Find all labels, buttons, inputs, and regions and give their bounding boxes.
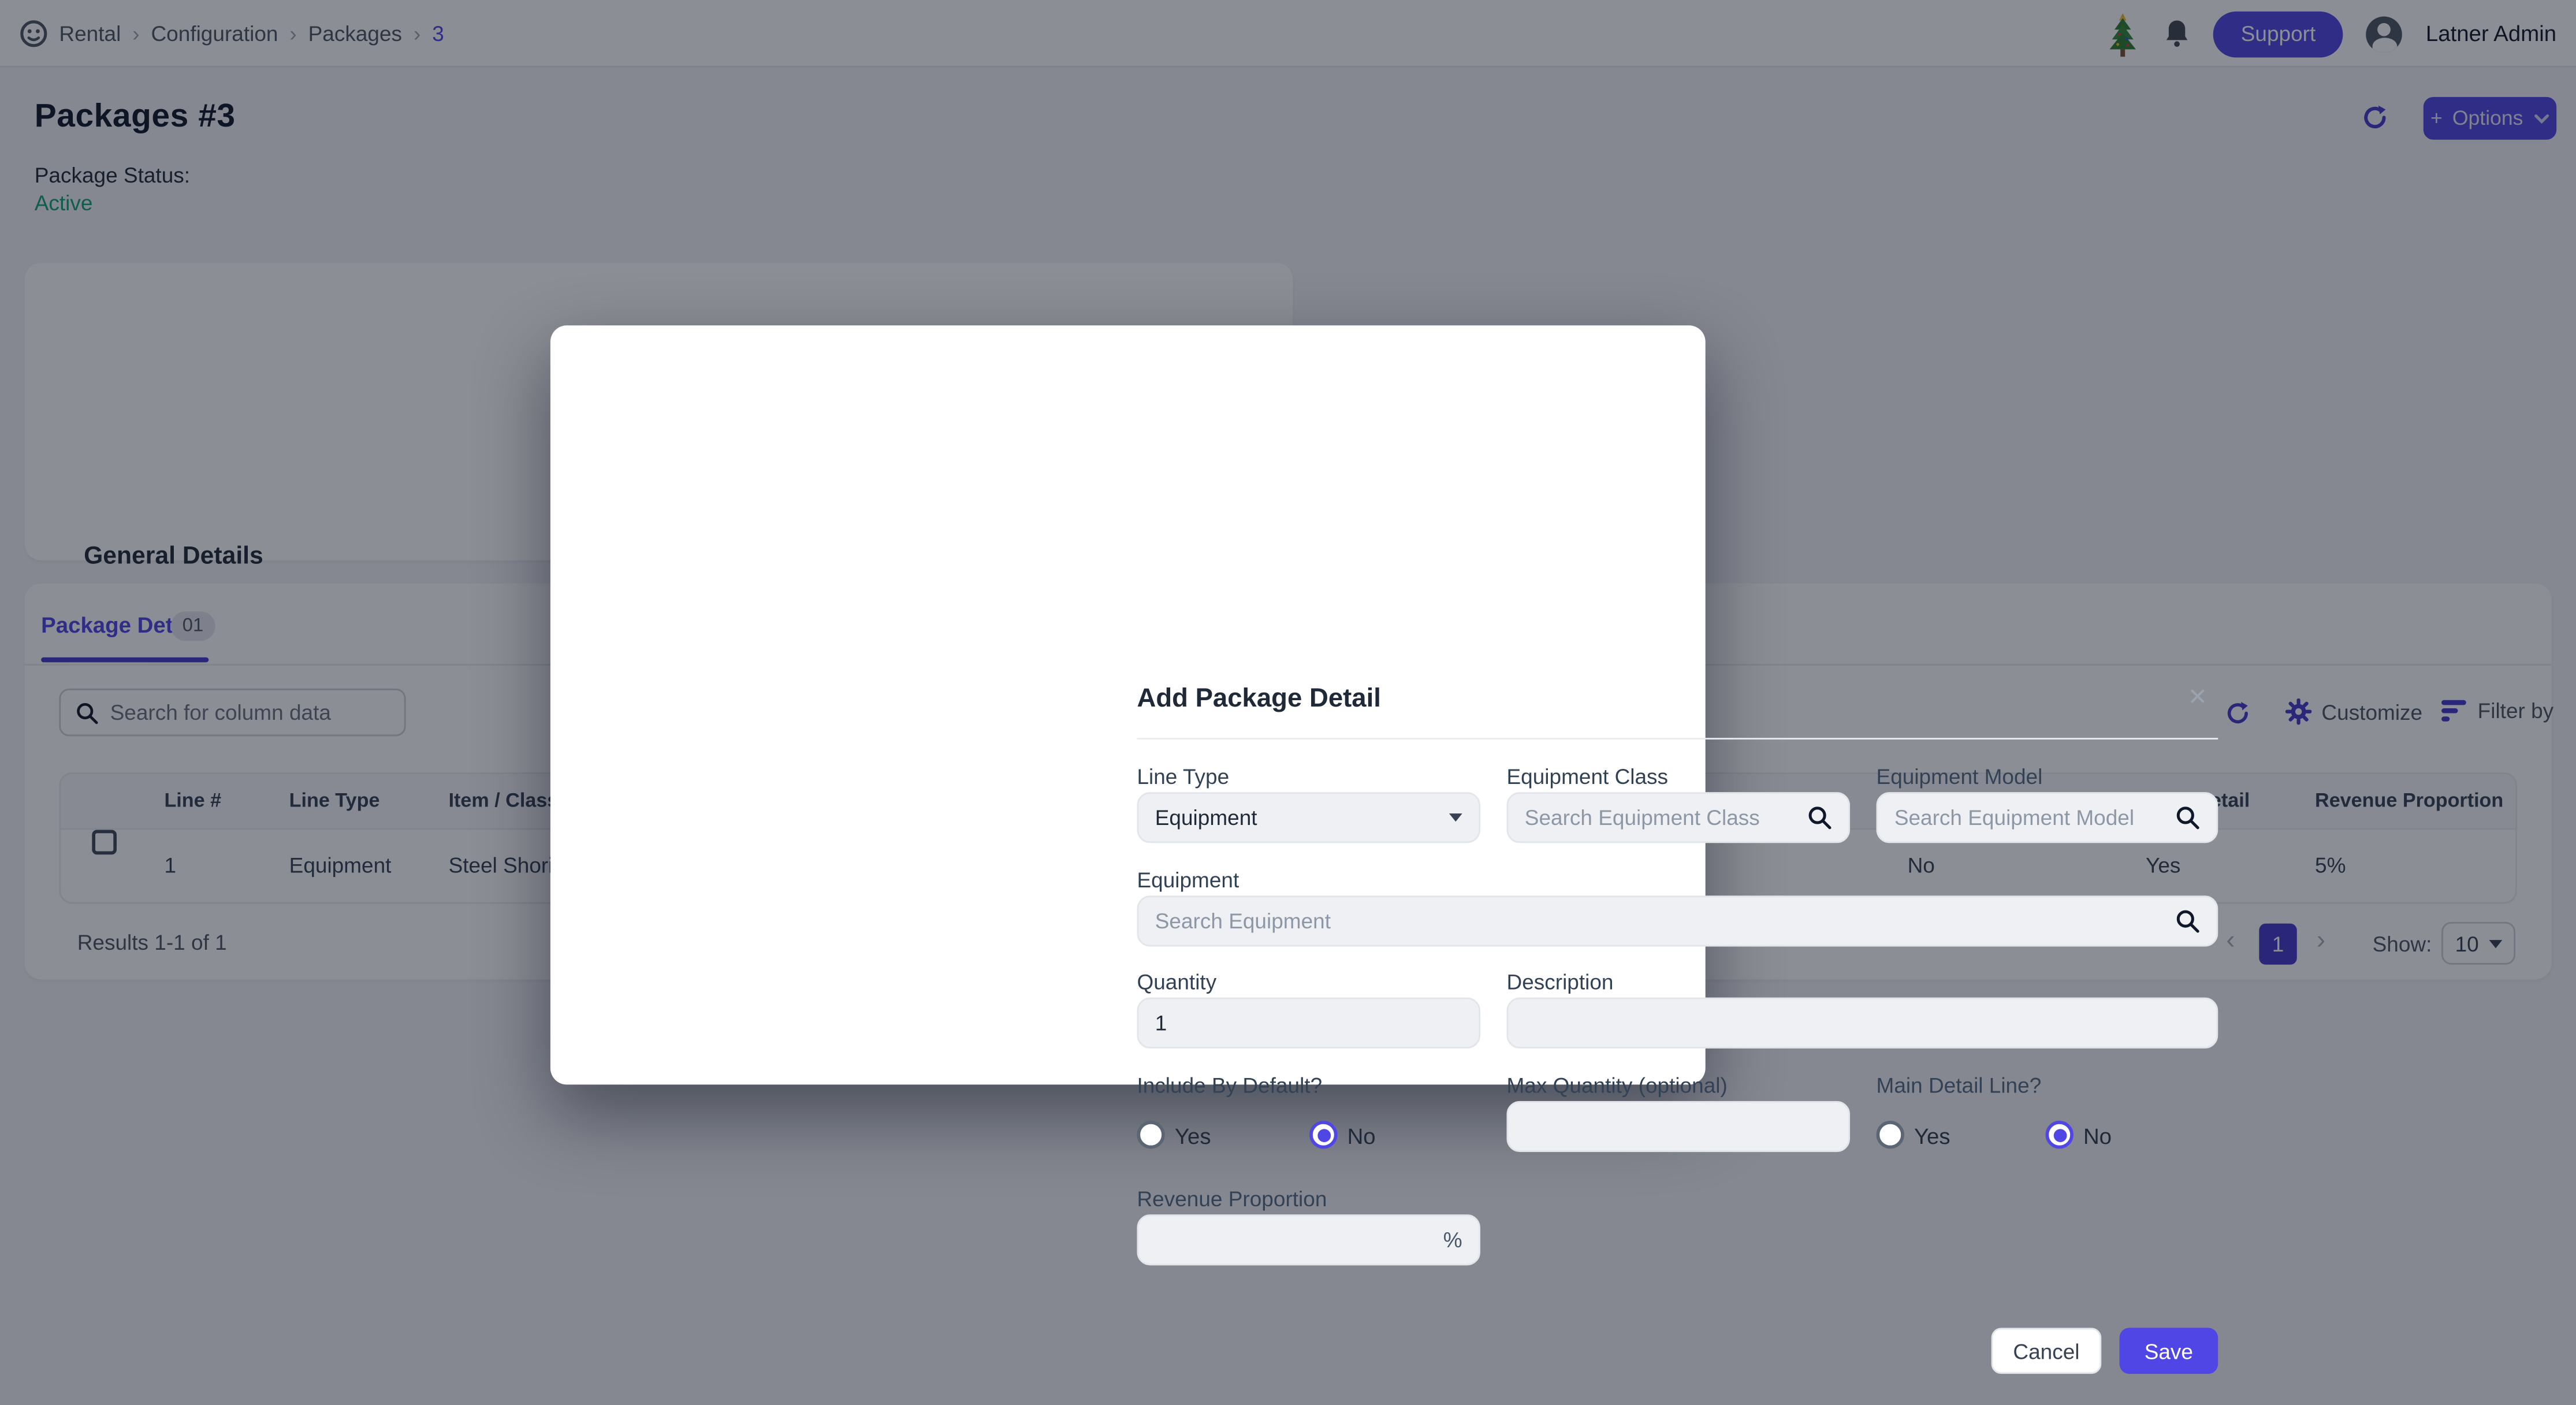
include-by-default-no-label[interactable]: No [1347,1124,1376,1149]
max-quantity-input[interactable] [1525,1114,1832,1139]
search-icon [2175,805,2200,830]
equipment-model-field [1877,792,2218,843]
max-quantity-label: Max Quantity (optional) [1506,1073,1727,1098]
equipment-input[interactable] [1155,909,2162,934]
close-icon[interactable]: × [2188,682,2207,713]
cancel-button[interactable]: Cancel [1991,1328,2102,1374]
percent-suffix: % [1443,1228,1462,1252]
quantity-label: Quantity [1137,969,1216,994]
search-icon [1807,805,1832,830]
equipment-model-input[interactable] [1894,805,2162,830]
description-field [1506,998,2218,1049]
max-quantity-field [1506,1101,1850,1152]
equipment-class-label: Equipment Class [1506,764,1668,789]
line-type-label: Line Type [1137,764,1229,789]
add-package-detail-modal: Add Package Detail × Line Type Equipment… [550,325,1706,1084]
revenue-proportion-label: Revenue Proportion [1137,1187,1327,1211]
modal-divider [1137,738,2218,739]
modal-title: Add Package Detail [1137,685,1380,715]
description-label: Description [1506,969,1613,994]
equipment-class-field [1506,792,1850,843]
equipment-label: Equipment [1137,868,1239,893]
equipment-model-label: Equipment Model [1877,764,2043,789]
app-root: Rental › Configuration › Packages › 3 [0,0,2576,1405]
main-detail-line-no-label[interactable]: No [2083,1124,2112,1149]
line-type-select[interactable]: Equipment [1137,792,1480,843]
save-button[interactable]: Save [2120,1328,2218,1374]
revenue-proportion-field: % [1137,1214,1480,1265]
search-icon [2175,909,2200,934]
caret-down-icon [1449,813,1462,822]
include-by-default-no-radio[interactable] [1309,1121,1337,1148]
line-type-value: Equipment [1155,805,1436,830]
description-input[interactable] [1525,1010,2200,1035]
include-by-default-yes-radio[interactable] [1137,1121,1164,1148]
quantity-input[interactable] [1155,1010,1462,1035]
main-detail-line-yes-radio[interactable] [1877,1121,1904,1148]
include-by-default-yes-label[interactable]: Yes [1175,1124,1211,1149]
revenue-proportion-input[interactable] [1155,1228,1430,1252]
equipment-field [1137,895,2218,946]
main-detail-line-label: Main Detail Line? [1877,1073,2042,1098]
equipment-class-input[interactable] [1525,805,1795,830]
main-detail-line-yes-label[interactable]: Yes [1914,1124,1950,1149]
include-by-default-label: Include By Default? [1137,1073,1322,1098]
quantity-field [1137,998,1480,1049]
main-detail-line-no-radio[interactable] [2046,1121,2074,1148]
